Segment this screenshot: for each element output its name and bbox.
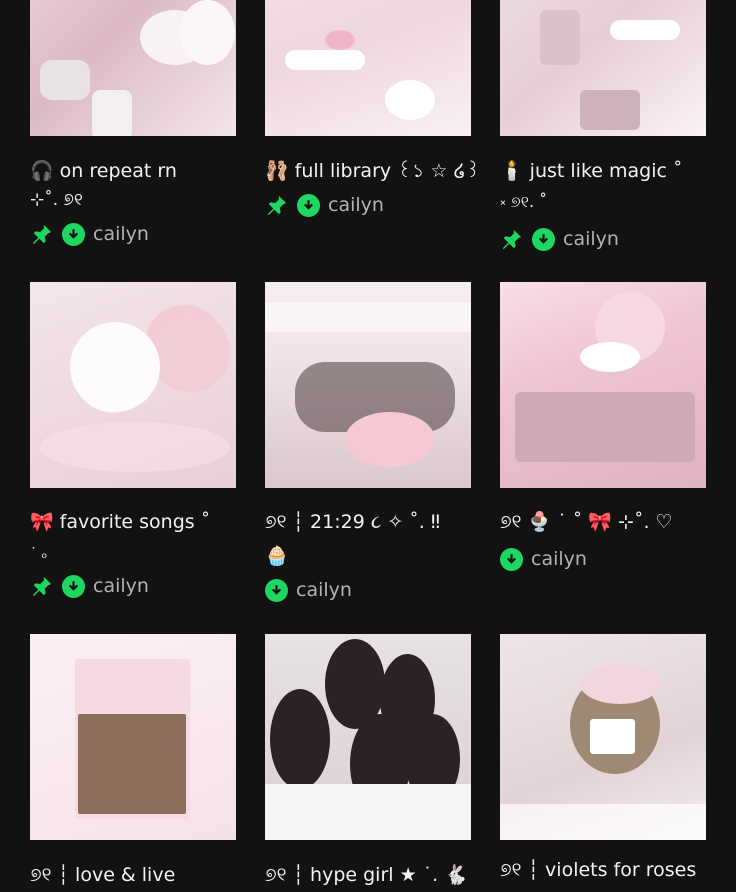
playlist-cover[interactable] xyxy=(500,282,706,488)
owner-name[interactable]: cailyn xyxy=(328,194,384,216)
owner-name[interactable]: cailyn xyxy=(93,575,149,597)
playlist-cover[interactable] xyxy=(265,634,471,840)
playlist-subtitle: ˙ ₒ xyxy=(30,546,48,562)
playlist-cover[interactable] xyxy=(30,634,236,840)
owner-row: cailyn xyxy=(500,226,619,252)
playlist-cover[interactable] xyxy=(500,634,706,840)
download-icon xyxy=(500,547,523,571)
playlist-title[interactable]: ୭୧ ┆ violets for roses xyxy=(500,853,696,887)
playlist-title-text: on repeat rn xyxy=(59,160,177,182)
playlist-title[interactable]: ୭୧ ┆ hype girl ★ ˙. 🐇 xyxy=(265,858,468,892)
download-icon xyxy=(62,222,85,246)
playlist-title[interactable]: 🩰 full library ꒰১ ☆ ໒꒱ xyxy=(265,154,480,188)
playlist-title-text: ୭୧ ┆ hype girl ★ ˙. 🐇 xyxy=(265,864,468,886)
playlist-title[interactable]: ୭୧ 🍨 ˙ ˚ 🎀 ⊹˚. ♡ xyxy=(500,505,673,539)
playlist-title[interactable]: ୭୧ ┆ love & live xyxy=(30,858,175,892)
playlist-title-text: ୭୧ ┆ violets for roses xyxy=(500,859,697,881)
playlist-cover[interactable] xyxy=(265,282,471,488)
owner-name[interactable]: cailyn xyxy=(563,228,619,250)
playlist-title-text: ୭୧ ┆ love & live xyxy=(30,864,176,886)
download-icon xyxy=(532,227,555,251)
ribbon-icon: 🎀 xyxy=(30,511,54,533)
playlist-title-text: favorite songs ˚ xyxy=(59,511,211,533)
headphones-icon: 🎧 xyxy=(30,160,54,182)
pin-icon xyxy=(30,222,54,246)
owner-name[interactable]: cailyn xyxy=(296,579,352,601)
playlist-title-text: just like magic ˚ xyxy=(529,160,683,182)
playlist-title[interactable]: ୭୧ ┆ 21:29 ૮ ✧ ˚. ‼ xyxy=(265,505,440,539)
candle-icon: 🕯️ xyxy=(500,160,524,182)
owner-row: cailyn xyxy=(265,577,352,603)
owner-name[interactable]: cailyn xyxy=(93,223,149,245)
download-icon xyxy=(297,193,320,217)
owner-row: cailyn xyxy=(500,546,587,572)
cupcake-icon: 🧁 xyxy=(265,545,289,567)
playlist-cover[interactable] xyxy=(500,0,706,136)
download-icon xyxy=(62,574,85,598)
playlist-title[interactable]: 🕯️ just like magic ˚ xyxy=(500,154,682,188)
pin-icon xyxy=(500,227,524,251)
owner-row: cailyn xyxy=(265,192,384,218)
pin-icon xyxy=(265,193,289,217)
owner-row: cailyn xyxy=(30,573,149,599)
playlist-cover[interactable] xyxy=(30,0,236,136)
playlist-title-text: ୭୧ ┆ 21:29 ૮ ✧ ˚. ‼ xyxy=(265,511,441,533)
owner-name[interactable]: cailyn xyxy=(531,548,587,570)
playlist-title-text: full library ꒰১ ☆ ໒꒱ xyxy=(294,160,481,182)
pin-icon xyxy=(30,574,54,598)
playlist-subtitle: ⊹˚. ୭୧ xyxy=(30,190,83,210)
owner-row: cailyn xyxy=(30,221,149,247)
playlist-cover[interactable] xyxy=(265,0,471,136)
playlist-subtitle: ༝ ୭୧. ˚ xyxy=(500,192,548,211)
playlist-title-text: ୭୧ 🍨 ˙ ˚ 🎀 ⊹˚. ♡ xyxy=(500,511,673,533)
download-icon xyxy=(265,578,288,602)
ballet-shoes-icon: 🩰 xyxy=(265,160,289,182)
playlist-cover[interactable] xyxy=(30,282,236,488)
playlist-title[interactable]: 🎀 favorite songs ˚ xyxy=(30,505,210,539)
